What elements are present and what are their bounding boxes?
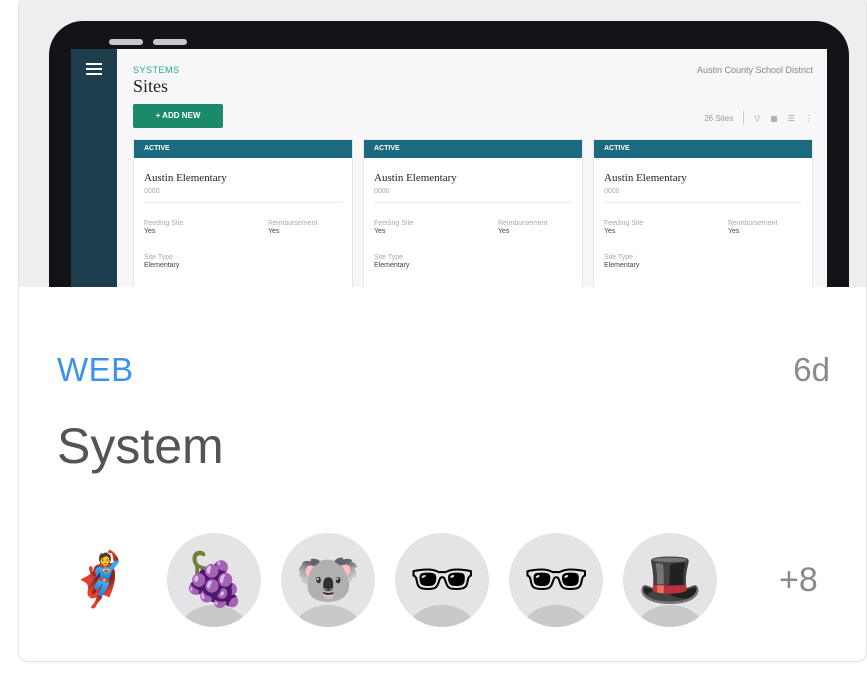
- site-code: 0000: [144, 188, 160, 195]
- district-name: Austin County School District: [696, 65, 813, 75]
- site-code: 0000: [604, 188, 620, 195]
- app-main: SYSTEMS Sites Austin County School Distr…: [117, 49, 827, 287]
- list-view-icon: ☰: [787, 113, 795, 123]
- field-label: Feeding Site: [144, 220, 184, 227]
- field-value: Elementary: [604, 262, 640, 269]
- field-label: Reimbursement: [268, 220, 318, 227]
- field-value: Yes: [604, 228, 616, 235]
- divider: [604, 202, 802, 203]
- koala-avatar[interactable]: 🐨: [281, 533, 375, 627]
- grid-view-icon: ▦: [770, 113, 778, 123]
- filter-icon: ▽: [754, 113, 761, 123]
- reimbursement-field: Reimbursement Yes: [268, 220, 317, 235]
- site-card: ACTIVE Austin Elementary 0000 Feeding Si…: [133, 139, 353, 287]
- divider: [743, 111, 745, 125]
- field-label: Reimbursement: [498, 220, 548, 227]
- divider: [144, 202, 342, 203]
- field-value: Yes: [144, 228, 156, 235]
- divider: [374, 202, 572, 203]
- category-label: WEB: [57, 351, 134, 388]
- field-value: Yes: [728, 228, 740, 235]
- avatar-glyph: 🦸: [67, 551, 133, 609]
- reimbursement-field: Reimbursement Yes: [498, 220, 547, 235]
- grapes-avatar[interactable]: 🍇: [167, 533, 261, 627]
- field-value: Yes: [374, 228, 386, 235]
- deadpool-avatar[interactable]: 🦸: [53, 533, 147, 627]
- field-value: Elementary: [144, 262, 180, 269]
- field-label: Feeding Site: [604, 220, 644, 227]
- avatar-glyph: 🕶: [408, 551, 475, 609]
- feeding-site-field: Feeding Site Yes: [604, 220, 643, 235]
- site-type-field: Site Type Elementary: [604, 254, 639, 269]
- project-thumbnail: SYSTEMS Sites Austin County School Distr…: [19, 0, 866, 287]
- member-avatars: 🦸 🍇 🐨 🕶 🕶 🎩 +8: [53, 533, 833, 629]
- field-value: Yes: [498, 228, 510, 235]
- more-icon: ⋮: [805, 113, 813, 123]
- site-name: Austin Elementary: [374, 172, 457, 184]
- site-card: ACTIVE Austin Elementary 0000 Feeding Si…: [363, 139, 583, 287]
- avatar-glyph: 🐨: [295, 551, 361, 609]
- site-name: Austin Elementary: [604, 172, 687, 184]
- project-card[interactable]: SYSTEMS Sites Austin County School Distr…: [18, 0, 867, 662]
- status-badge: ACTIVE: [364, 140, 582, 158]
- field-label: Reimbursement: [728, 220, 778, 227]
- field-label: Site Type: [604, 254, 634, 261]
- site-name: Austin Elementary: [144, 172, 227, 184]
- field-label: Site Type: [374, 254, 404, 261]
- hamburger-icon: [86, 63, 102, 75]
- tablet-screen: SYSTEMS Sites Austin County School Distr…: [71, 49, 827, 287]
- field-value: Elementary: [374, 262, 410, 269]
- status-badge: ACTIVE: [594, 140, 812, 158]
- breadcrumb: SYSTEMS: [133, 65, 180, 75]
- avatar-glyph: 🕶: [522, 551, 589, 609]
- avatar-glyph: 🎩: [637, 551, 703, 609]
- feeding-site-field: Feeding Site Yes: [144, 220, 183, 235]
- more-members-count[interactable]: +8: [779, 533, 818, 627]
- age-label: 6d: [793, 351, 830, 388]
- status-badge: ACTIVE: [134, 140, 352, 158]
- site-type-field: Site Type Elementary: [144, 254, 179, 269]
- top-hat-avatar[interactable]: 🎩: [623, 533, 717, 627]
- reimbursement-field: Reimbursement Yes: [728, 220, 777, 235]
- tablet-button: [109, 39, 143, 45]
- field-value: Yes: [268, 228, 280, 235]
- site-card: ACTIVE Austin Elementary 0000 Feeding Si…: [593, 139, 813, 287]
- field-label: Site Type: [144, 254, 174, 261]
- sunglasses-avatar[interactable]: 🕶: [509, 533, 603, 627]
- page-title: Sites: [133, 76, 169, 96]
- site-count: 26 Sites: [704, 113, 734, 123]
- field-label: Feeding Site: [374, 220, 414, 227]
- app-sidebar: [71, 49, 117, 287]
- avatar-glyph: 🍇: [181, 551, 247, 609]
- feeding-site-field: Feeding Site Yes: [374, 220, 413, 235]
- tablet-frame: SYSTEMS Sites Austin County School Distr…: [49, 21, 849, 287]
- project-title[interactable]: System: [57, 417, 224, 475]
- view-toolbar: 26 Sites ▽ ▦ ☰ ⋮: [704, 111, 813, 125]
- add-new-button: + ADD NEW: [133, 104, 223, 128]
- sunglasses-avatar[interactable]: 🕶: [395, 533, 489, 627]
- site-code: 0000: [374, 188, 390, 195]
- site-type-field: Site Type Elementary: [374, 254, 409, 269]
- tablet-button: [153, 39, 187, 45]
